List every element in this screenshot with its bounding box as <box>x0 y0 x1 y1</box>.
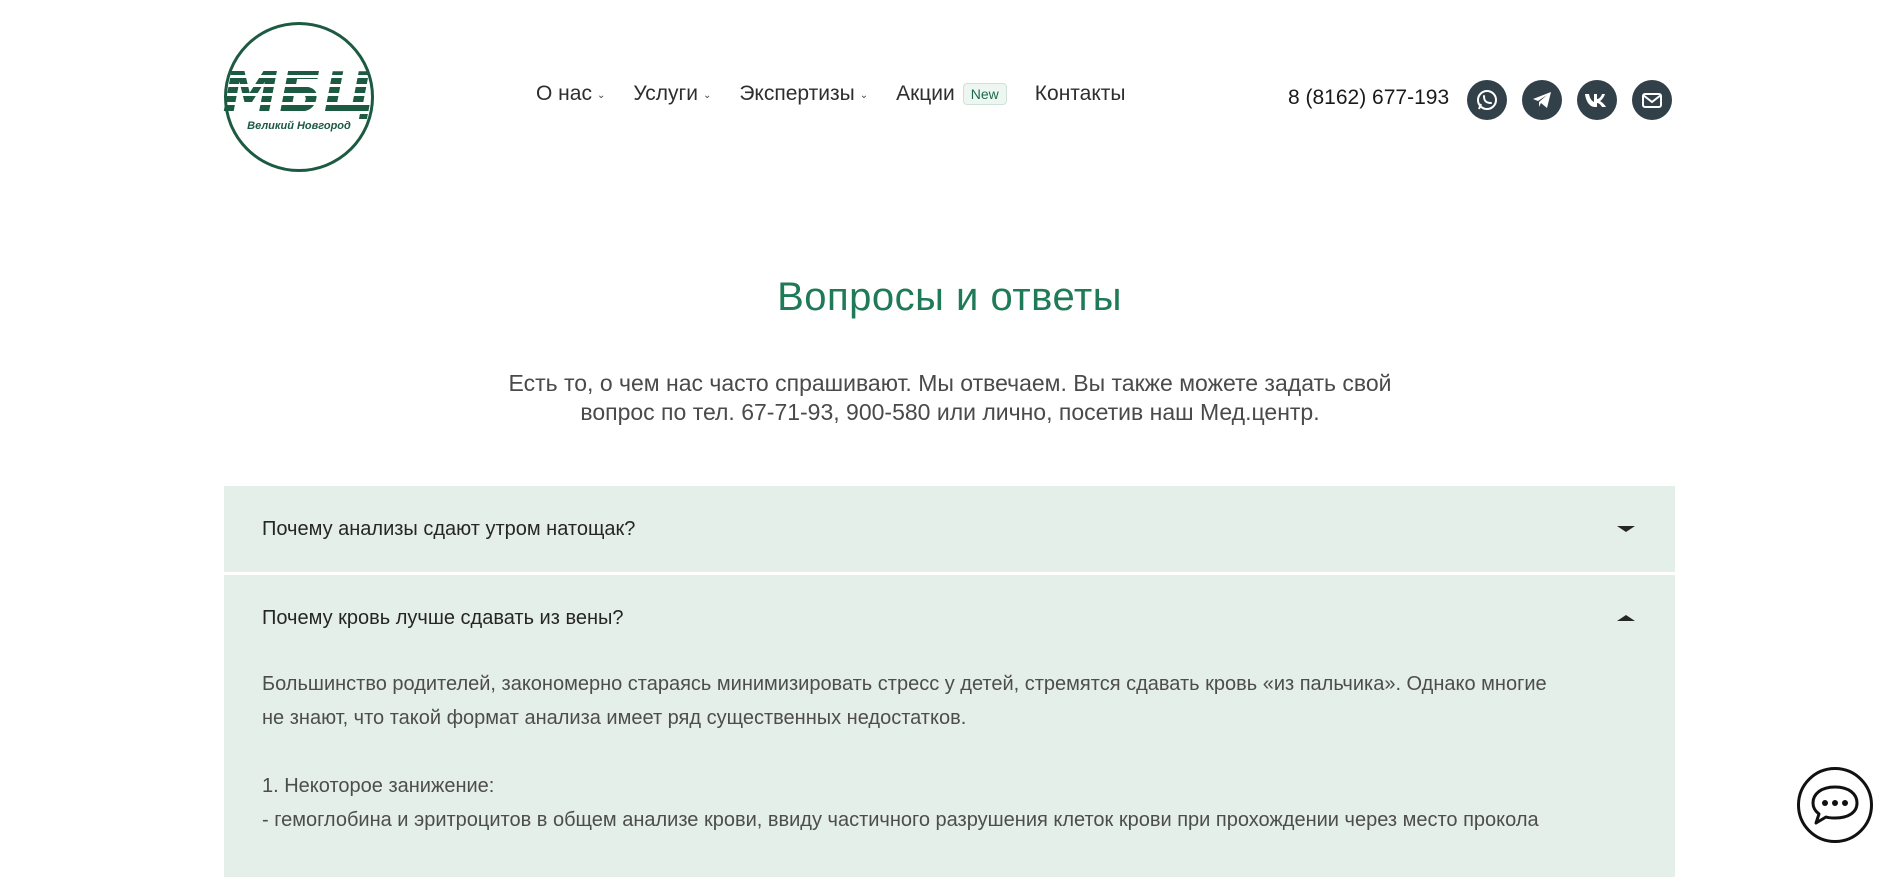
chevron-down-icon: ⌄ <box>596 90 606 101</box>
page-title: Вопросы и ответы <box>777 275 1122 319</box>
faq-question: Почему кровь лучше сдавать из вены? <box>262 606 624 629</box>
answer-text: не знают, что такой формат анализа имеет… <box>262 707 967 729</box>
faq-item: Почему кровь лучше сдавать из вены? Боль… <box>224 575 1675 877</box>
chat-bubble-icon <box>1811 785 1859 825</box>
nav-item-label: О нас <box>536 82 592 105</box>
faq-question-toggle[interactable]: Почему кровь лучше сдавать из вены? <box>224 575 1675 661</box>
nav-item-label: Акции <box>896 82 955 105</box>
faq-accordion: Почему анализы сдают утром натощак? Поче… <box>224 486 1675 880</box>
answer-text: - гемоглобина и эритроцитов в общем анал… <box>262 809 1539 831</box>
nav-item-expertise[interactable]: Экспертизы ⌄ <box>739 82 868 106</box>
caret-up-icon <box>1617 615 1635 621</box>
faq-answer: Большинство родителей, закономерно стара… <box>224 661 1675 877</box>
nav-item-promotions[interactable]: Акции New <box>896 82 1007 106</box>
whatsapp-icon[interactable] <box>1467 80 1507 120</box>
subtitle-line: вопрос по тел. 67-71-93, 900-580 или лич… <box>580 399 1320 425</box>
answer-text: Большинство родителей, закономерно стара… <box>262 673 1547 695</box>
new-badge: New <box>962 83 1007 105</box>
main-nav: О нас ⌄ Услуги ⌄ Экспертизы ⌄ Акции New … <box>536 82 1154 106</box>
logo-mark: МБЦ <box>222 60 376 126</box>
faq-question-toggle[interactable]: Почему анализы сдают утром натощак? <box>224 486 1675 572</box>
phone-link[interactable]: 8 (8162) 677-193 <box>1288 86 1449 110</box>
chevron-down-icon: ⌄ <box>702 90 712 101</box>
faq-question: Почему анализы сдают утром натощак? <box>262 517 636 540</box>
chevron-down-icon: ⌄ <box>859 90 869 101</box>
nav-item-label: Услуги <box>633 82 698 105</box>
page-subtitle: Есть то, о чем нас часто спрашивают. Мы … <box>470 369 1430 427</box>
nav-item-label: Экспертизы <box>739 82 855 105</box>
answer-text: 1. Некоторое занижение: <box>262 775 495 797</box>
vk-icon[interactable] <box>1577 80 1617 120</box>
nav-item-contacts[interactable]: Контакты <box>1035 82 1126 106</box>
faq-item: Почему анализы сдают утром натощак? <box>224 486 1675 572</box>
nav-item-about[interactable]: О нас ⌄ <box>536 82 605 106</box>
subtitle-line: Есть то, о чем нас часто спрашивают. Мы … <box>508 370 1392 396</box>
chat-widget-button[interactable] <box>1797 767 1873 843</box>
caret-down-icon <box>1617 526 1635 532</box>
telegram-icon[interactable] <box>1522 80 1562 120</box>
logo-city: Великий Новгород <box>247 119 351 132</box>
logo[interactable]: МБЦ Великий Новгород <box>222 22 376 172</box>
nav-item-label: Контакты <box>1034 82 1126 105</box>
social-links <box>1467 80 1672 120</box>
nav-item-services[interactable]: Услуги ⌄ <box>633 82 711 106</box>
mail-icon[interactable] <box>1632 80 1672 120</box>
